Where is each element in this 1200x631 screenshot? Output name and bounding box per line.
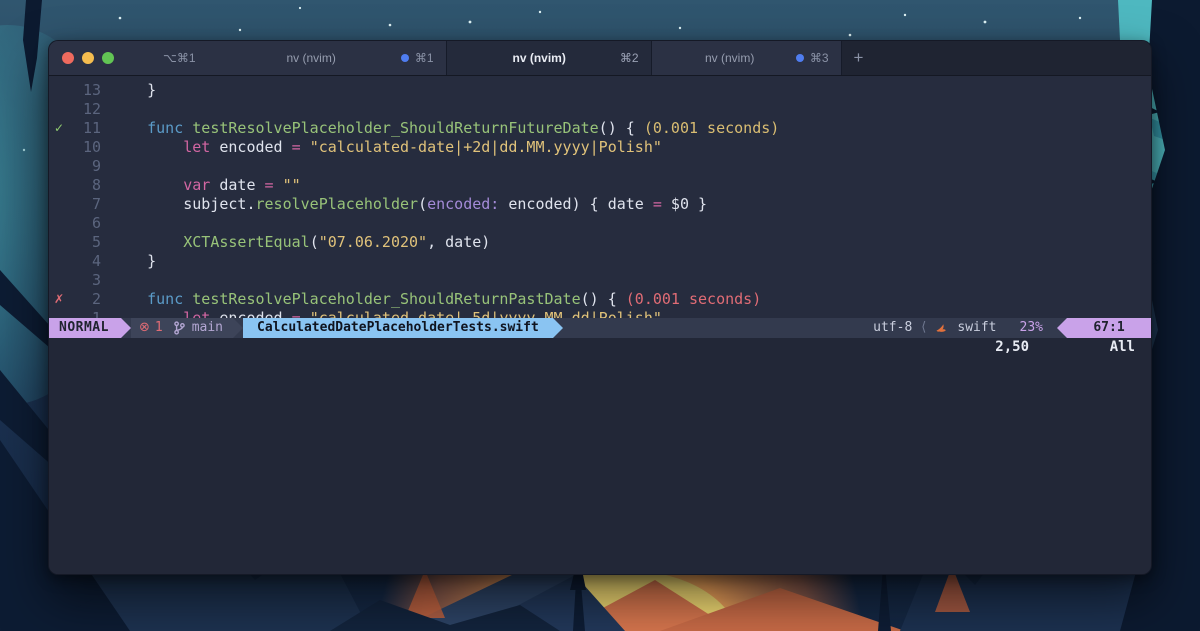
- sign-column: [49, 100, 67, 119]
- line-text: var date = "": [183, 176, 301, 194]
- git-branch-name: main: [191, 319, 224, 335]
- line-text: }: [111, 252, 157, 270]
- close-window-button[interactable]: [62, 52, 74, 64]
- test-passed-icon: ✓: [54, 121, 65, 135]
- statusline-info-segment: ⊗ 1 main: [130, 317, 234, 338]
- code-line[interactable]: 13 }: [49, 81, 1151, 100]
- line-text: [101, 100, 1151, 119]
- filetype: swift: [957, 319, 997, 335]
- line-number: 9: [91, 157, 101, 175]
- git-branch-icon: [173, 320, 185, 335]
- line-text: XCTAssertEqual("07.06.2020", date): [183, 233, 491, 251]
- line-number: 8: [91, 176, 101, 194]
- code-line[interactable]: 12: [49, 100, 1151, 119]
- line-text: subject.resolvePlaceholder(encoded: enco…: [111, 195, 708, 213]
- sign-column: [49, 233, 67, 252]
- terminal-tab-2[interactable]: nv (nvim) ⌘2: [445, 41, 651, 75]
- code-line[interactable]: 4 }: [49, 252, 1151, 271]
- statusline-right: utf-8 ⟨ swift 23%: [873, 318, 1057, 338]
- tab-shortcut: ⌘3: [809, 51, 829, 65]
- diagnostics-error-count: 1: [154, 319, 163, 335]
- minimize-window-button[interactable]: [82, 52, 94, 64]
- window-shortcut-label: ⌥⌘1: [161, 41, 210, 75]
- line-text: func testResolvePlaceholder_ShouldReturn…: [147, 290, 762, 308]
- diagnostics-error-icon: ⊗: [138, 319, 150, 335]
- line-text: let encoded = "calculated-date|-5d|yyyy-…: [101, 309, 1151, 318]
- line-number: 12: [82, 100, 101, 118]
- sign-column: [49, 271, 67, 290]
- sign-column: [49, 138, 67, 157]
- statusline-spacer: [563, 318, 873, 338]
- tab-shortcut: ⌘1: [414, 51, 434, 65]
- code-line[interactable]: 5 XCTAssertEqual("07.06.2020", date): [49, 233, 1151, 252]
- code-line[interactable]: 6: [49, 214, 1151, 233]
- line-text: [101, 157, 1151, 176]
- terminal-tab-3[interactable]: nv (nvim) ⌘3: [650, 41, 841, 75]
- line-number: 1: [67, 309, 101, 318]
- tab-title: nv (nvim): [705, 51, 755, 65]
- session-activity-dot: [795, 54, 804, 62]
- swift-icon: [935, 321, 948, 334]
- line-number: 11: [82, 119, 101, 137]
- code-line[interactable]: 3: [49, 271, 1151, 290]
- terminal-window: ⌥⌘1 nv (nvim) ⌘1 nv (nvim) ⌘2 nv (nvim) ⌘3 + …: [48, 40, 1152, 575]
- tab-bar: ⌥⌘1 nv (nvim) ⌘1 nv (nvim) ⌘2 nv (nvim) ⌘3 +: [49, 41, 1151, 76]
- sign-column: [49, 214, 67, 233]
- filename-segment: CalculatedDatePlaceholderTests.swift: [243, 317, 553, 338]
- scroll-indicator: All: [1109, 338, 1135, 355]
- cursor-position: 67:1: [1067, 317, 1151, 338]
- tab-shortcut: ⌘2: [619, 51, 639, 65]
- code-line[interactable]: 1 let encoded = "calculated-date|-5d|yyy…: [49, 309, 1151, 318]
- code-line[interactable]: 8 var date = "": [49, 176, 1151, 195]
- desktop: ⌥⌘1 nv (nvim) ⌘1 nv (nvim) ⌘2 nv (nvim) ⌘3 + …: [0, 0, 1200, 631]
- tab-title: nv (nvim): [286, 51, 336, 65]
- line-text: [101, 214, 1151, 233]
- line-number: 13: [82, 81, 101, 99]
- line-number: 10: [82, 138, 101, 156]
- scroll-percent: 23%: [1019, 319, 1043, 335]
- line-number: 4: [91, 252, 101, 270]
- file-encoding: utf-8: [873, 319, 913, 335]
- tab-bar-spacer: [875, 41, 1151, 75]
- sign-column: [49, 309, 67, 318]
- new-tab-button[interactable]: +: [840, 41, 876, 75]
- powerline-arrow: [552, 317, 563, 338]
- powerline-arrow: [233, 317, 244, 338]
- sign-column: [49, 81, 67, 100]
- line-text: func testResolvePlaceholder_ShouldReturn…: [147, 119, 780, 137]
- sign-column: [49, 157, 67, 176]
- session-activity-dot: [400, 54, 409, 62]
- code-area[interactable]: 13 } 12 ✓ 11 func testResolvePlaceholder_Sh…: [49, 76, 1151, 318]
- test-failed-icon: ✗: [54, 292, 65, 306]
- line-number: 7: [91, 195, 101, 213]
- ruler-position: 2,50: [995, 338, 1029, 355]
- line-number: 5: [91, 233, 101, 251]
- tab-title: nv (nvim): [512, 51, 566, 65]
- sign-column: [49, 176, 67, 195]
- zoom-window-button[interactable]: [102, 52, 114, 64]
- line-number: 2: [91, 290, 101, 308]
- code-line[interactable]: ✓ 11 func testResolvePlaceholder_ShouldRe…: [49, 119, 1151, 138]
- line-text: [101, 271, 1151, 290]
- vim-mode-indicator: NORMAL: [49, 317, 121, 338]
- window-controls: [49, 41, 161, 75]
- cmdline: 2,50 All: [49, 337, 1151, 574]
- code-line[interactable]: 9: [49, 157, 1151, 176]
- line-number: 3: [91, 271, 101, 289]
- powerline-arrow: [1057, 317, 1067, 338]
- code-line[interactable]: ✗ 2 func testResolvePlaceholder_ShouldRet…: [49, 290, 1151, 309]
- line-text: let encoded = "calculated-date|+2d|dd.MM…: [183, 138, 662, 156]
- terminal-tab-1[interactable]: nv (nvim) ⌘1: [209, 41, 446, 75]
- sign-column: [49, 252, 67, 271]
- tab-strip: nv (nvim) ⌘1 nv (nvim) ⌘2 nv (nvim) ⌘3: [209, 41, 841, 75]
- line-text: }: [111, 81, 157, 99]
- angle-separator: ⟨: [921, 319, 927, 335]
- code-line[interactable]: 10 let encoded = "calculated-date|+2d|dd…: [49, 138, 1151, 157]
- statusline: NORMAL ⊗ 1 main CalculatedDatePlaceholde…: [49, 317, 1151, 338]
- sign-column: [49, 195, 67, 214]
- line-number: 6: [91, 214, 101, 232]
- code-line[interactable]: 7 subject.resolvePlaceholder(encoded: en…: [49, 195, 1151, 214]
- powerline-arrow: [120, 317, 131, 338]
